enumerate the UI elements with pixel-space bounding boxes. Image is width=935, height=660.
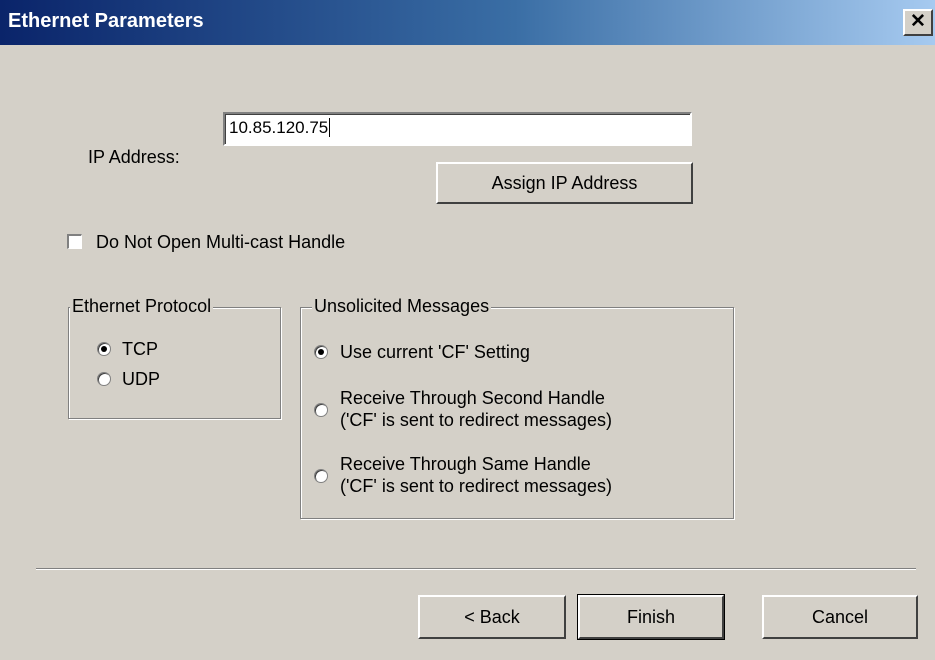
- close-button[interactable]: ✕: [903, 9, 933, 36]
- multicast-checkbox[interactable]: [67, 234, 82, 249]
- unsolicited-option-second-handle-note: ('CF' is sent to redirect messages): [340, 410, 612, 430]
- multicast-checkbox-label[interactable]: Do Not Open Multi-cast Handle: [96, 232, 345, 253]
- protocol-option-tcp-label[interactable]: TCP: [122, 339, 158, 360]
- cancel-button[interactable]: Cancel: [762, 595, 918, 639]
- unsolicited-option-same-handle-note: ('CF' is sent to redirect messages): [340, 476, 612, 496]
- ip-address-label: IP Address:: [88, 147, 180, 167]
- unsolicited-radio-second-handle[interactable]: [314, 403, 328, 417]
- protocol-radio-tcp[interactable]: [97, 342, 111, 356]
- ethernet-protocol-legend: Ethernet Protocol: [70, 296, 214, 317]
- title-bar: Ethernet Parameters ✕: [0, 0, 935, 45]
- ip-address-input[interactable]: 10.85.120.75​: [223, 112, 692, 146]
- unsolicited-radio-same-handle[interactable]: [314, 469, 328, 483]
- window-title: Ethernet Parameters: [8, 10, 204, 32]
- footer-separator: [36, 568, 916, 570]
- unsolicited-radio-current-cf[interactable]: [314, 345, 328, 359]
- finish-button[interactable]: Finish: [577, 594, 725, 640]
- unsolicited-messages-legend: Unsolicited Messages: [312, 296, 492, 317]
- unsolicited-option-second-handle-label[interactable]: Receive Through Second Handle: [340, 388, 605, 409]
- unsolicited-option-current-cf-label[interactable]: Use current 'CF' Setting: [340, 342, 530, 363]
- protocol-option-udp-label[interactable]: UDP: [122, 369, 160, 390]
- close-icon: ✕: [910, 11, 926, 32]
- unsolicited-option-same-handle-label[interactable]: Receive Through Same Handle: [340, 454, 591, 475]
- protocol-radio-udp[interactable]: [97, 372, 111, 386]
- ip-address-value: 10.85.120.75: [229, 118, 329, 137]
- assign-ip-address-button[interactable]: Assign IP Address: [436, 162, 693, 204]
- back-button[interactable]: < Back: [418, 595, 566, 639]
- text-cursor: ​: [329, 118, 331, 137]
- ethernet-protocol-group: [68, 307, 281, 419]
